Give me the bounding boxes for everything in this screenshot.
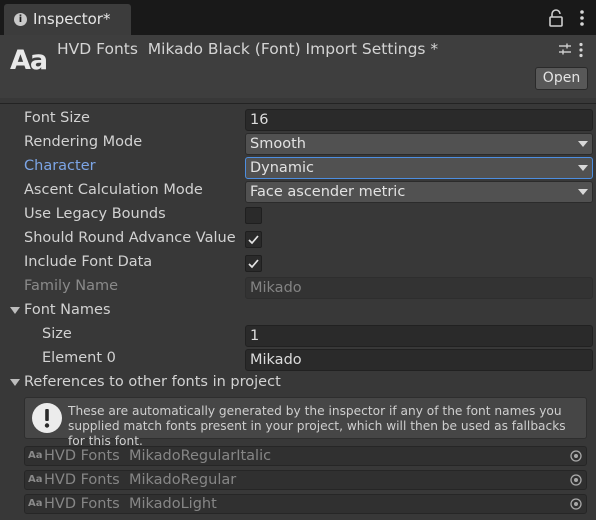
round-advance-row: Should Round Advance Value <box>0 227 596 251</box>
font-asset-icon: Aa <box>28 450 43 461</box>
references-label: References to other fonts in project <box>24 374 281 390</box>
font-reference-name: HVD Fonts MikadoRegular <box>44 472 237 488</box>
tab-bar-controls <box>546 9 586 27</box>
ascent-mode-value: Face ascender metric <box>250 184 406 200</box>
object-picker-icon[interactable] <box>570 498 582 510</box>
references-foldout[interactable]: References to other fonts in project <box>0 371 596 395</box>
font-size-input[interactable]: 16 <box>245 109 593 131</box>
ascent-mode-label: Ascent Calculation Mode <box>24 182 203 198</box>
character-row: Character Dynamic <box>0 155 596 179</box>
lock-icon[interactable] <box>548 9 564 27</box>
font-reference-field[interactable]: Aa HVD Fonts MikadoRegular <box>24 470 587 490</box>
header-divider <box>0 103 596 104</box>
tab-label: Inspector* <box>33 10 111 28</box>
foldout-arrow-icon[interactable] <box>10 379 20 386</box>
checkmark-icon <box>248 259 259 269</box>
tab-bar: i Inspector* <box>0 0 596 35</box>
foldout-arrow-icon[interactable] <box>10 307 20 314</box>
font-reference-field[interactable]: Aa HVD Fonts MikadoRegularItalic <box>24 446 587 466</box>
info-help-box: These are automatically generated by the… <box>24 397 587 448</box>
warning-icon <box>32 403 62 433</box>
font-asset-icon: Aa <box>10 45 48 76</box>
object-picker-icon[interactable] <box>570 450 582 462</box>
tab-inspector[interactable]: i Inspector* <box>4 4 131 35</box>
font-names-element0-row: Element 0 Mikado <box>0 347 596 371</box>
character-label: Character <box>24 158 96 174</box>
rendering-mode-row: Rendering Mode Smooth <box>0 131 596 155</box>
rendering-mode-dropdown[interactable]: Smooth <box>245 133 593 155</box>
element0-input[interactable]: Mikado <box>245 349 593 371</box>
open-button[interactable]: Open <box>535 67 588 90</box>
chevron-down-icon <box>578 189 588 195</box>
family-name-row: Family Name Mikado <box>0 275 596 299</box>
family-name-label: Family Name <box>24 278 119 294</box>
font-names-size-input[interactable]: 1 <box>245 325 593 347</box>
rendering-mode-value: Smooth <box>250 136 306 152</box>
font-size-row: Font Size 16 <box>0 107 596 131</box>
include-font-data-row: Include Font Data <box>0 251 596 275</box>
chevron-down-icon <box>578 165 588 171</box>
chevron-down-icon <box>578 141 588 147</box>
font-asset-icon: Aa <box>28 498 43 509</box>
legacy-bounds-label: Use Legacy Bounds <box>24 206 166 222</box>
ascent-mode-row: Ascent Calculation Mode Face ascender me… <box>0 179 596 203</box>
legacy-bounds-checkbox[interactable] <box>245 207 262 224</box>
round-advance-label: Should Round Advance Value <box>24 230 236 246</box>
family-name-field: Mikado <box>245 277 593 299</box>
font-names-size-row: Size 1 <box>0 323 596 347</box>
font-names-foldout[interactable]: Font Names <box>0 299 596 323</box>
info-icon: i <box>14 13 27 26</box>
inspector-header: Aa HVD Fonts Mikado Black (Font) Import … <box>0 35 596 98</box>
font-asset-icon: Aa <box>28 474 43 485</box>
ascent-mode-dropdown[interactable]: Face ascender metric <box>245 181 593 203</box>
character-dropdown[interactable]: Dynamic <box>245 157 593 179</box>
header-more-icon[interactable] <box>578 42 584 58</box>
font-size-label: Font Size <box>24 110 90 126</box>
font-names-size-label: Size <box>42 326 72 342</box>
element0-label: Element 0 <box>42 350 116 366</box>
include-font-data-checkbox[interactable] <box>245 255 262 272</box>
font-reference-name: HVD Fonts MikadoRegularItalic <box>44 448 272 464</box>
font-reference-field[interactable]: Aa HVD Fonts MikadoLight <box>24 494 587 514</box>
inspector-title: HVD Fonts Mikado Black (Font) Import Set… <box>57 40 439 58</box>
object-picker-icon[interactable] <box>570 474 582 486</box>
font-names-label: Font Names <box>24 302 111 318</box>
character-value: Dynamic <box>250 160 314 176</box>
more-options-icon[interactable] <box>578 9 586 27</box>
include-font-data-label: Include Font Data <box>24 254 153 270</box>
font-reference-name: HVD Fonts MikadoLight <box>44 496 217 512</box>
checkmark-icon <box>248 235 259 245</box>
presets-icon[interactable] <box>558 42 572 56</box>
rendering-mode-label: Rendering Mode <box>24 134 143 150</box>
legacy-bounds-row: Use Legacy Bounds <box>0 203 596 227</box>
round-advance-checkbox[interactable] <box>245 231 262 248</box>
help-message: These are automatically generated by the… <box>68 404 566 448</box>
